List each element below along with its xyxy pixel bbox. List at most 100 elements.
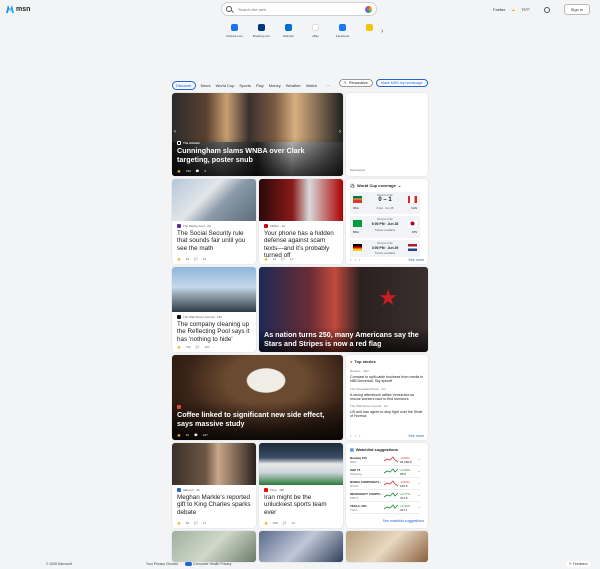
quicklink-walmart[interactable]: Walmart xyxy=(278,24,299,38)
make-homepage-button[interactable]: Make MSN my homepage xyxy=(376,79,428,87)
comment-icon[interactable]: 💬 xyxy=(194,521,198,525)
watchlist-row[interactable]: NVIDIA CORPORATI... NVDA -0.83% 166.5 + xyxy=(350,479,420,490)
quicklink-extra[interactable] xyxy=(359,24,380,38)
like-icon[interactable]: 👍 xyxy=(177,345,181,349)
tab-weather[interactable]: Weather xyxy=(286,83,301,88)
chevron-right-icon[interactable]: › xyxy=(381,28,383,35)
privacy-link[interactable]: Your Privacy Choices xyxy=(146,562,178,566)
article-card-ssa[interactable]: The Motley Fool · 3d The Social Security… xyxy=(172,179,256,264)
signin-button[interactable]: Sign in xyxy=(563,4,590,15)
quicklink-booking[interactable]: Booking.com xyxy=(251,24,272,38)
watchlist-row[interactable]: MICROSOFT CORPO... MSFT +0.77% 472.6 + xyxy=(350,491,420,502)
story-item[interactable]: The Associated Press · 5m A strong after… xyxy=(350,387,424,402)
comment-icon[interactable]: 💬 xyxy=(196,169,200,173)
match-card[interactable]: Round of 32 6:00 PM · Jun 28 Tickets ava… xyxy=(350,216,420,238)
add-icon[interactable]: + xyxy=(418,481,420,485)
article-card-phone[interactable]: ZDNet · 1d Your phone has a hidden defen… xyxy=(259,179,343,264)
search-icon xyxy=(226,6,232,12)
feedback-button[interactable]: ✎ Feedback xyxy=(566,561,591,567)
worldcup-see-more[interactable]: See more xyxy=(408,258,424,262)
watchlist-row[interactable]: S&P 75 Shipping +0.56% 95.8 + xyxy=(350,467,420,478)
quicklink-outlook[interactable]: Outlook.com xyxy=(224,24,245,38)
tab-play[interactable]: Play xyxy=(256,83,264,88)
watchlist-see-more[interactable]: See watchlist suggestions xyxy=(383,519,424,523)
search-input[interactable]: Search the web xyxy=(221,2,377,16)
hero-prev-icon[interactable]: ‹ xyxy=(174,129,176,135)
match-card[interactable]: Round of 32 3:00 PM · Jun 29 Tickets ava… xyxy=(350,240,420,257)
like-icon[interactable]: 👍 xyxy=(177,433,181,437)
add-icon[interactable]: + xyxy=(418,469,420,473)
comment-icon[interactable]: 💬 xyxy=(194,433,198,437)
more-tabs-button[interactable]: ··· xyxy=(326,83,330,88)
tab-worldcup[interactable]: World Cup xyxy=(216,83,235,88)
tab-news[interactable]: News xyxy=(201,83,211,88)
hero-card[interactable]: The Athletic Cunningham slams WNBA over … xyxy=(172,93,343,176)
story-item[interactable]: The Wall Street Journal · 3m US and Iran… xyxy=(350,404,424,419)
carousel-dots[interactable]: • • • xyxy=(350,433,361,438)
comment-icon[interactable]: 💬 xyxy=(283,521,287,525)
article-card-flag[interactable]: ★ As nation turns 250, many Americans sa… xyxy=(259,267,428,352)
match-card[interactable]: Round of 32 0 – 1 Final · Jun 28 RSA CAN xyxy=(350,192,420,214)
source-label: HELLO! · 4h xyxy=(183,488,200,492)
like-icon[interactable]: 👍 xyxy=(264,257,268,261)
gear-icon[interactable] xyxy=(543,6,550,13)
tab-discover[interactable]: Discover xyxy=(172,80,196,90)
article-card-meghan[interactable]: HELLO! · 4h Meghan Markle's reported gif… xyxy=(172,443,256,528)
msn-logo[interactable]: msn xyxy=(6,5,30,13)
personalize-button[interactable]: ✎ Personalize xyxy=(339,79,373,87)
copilot-icon[interactable] xyxy=(365,6,372,13)
quicklink-label: Booking.com xyxy=(252,34,271,38)
ad-card[interactable]: Sponsored xyxy=(346,93,428,176)
story-item[interactable]: Reuters · 34m Comcast to split cable bus… xyxy=(350,369,424,384)
source-icon xyxy=(177,224,181,228)
topstories-see-more[interactable]: See more xyxy=(408,434,424,438)
article-source: The Motley Fool · 3d xyxy=(177,224,252,228)
article-card-partial[interactable] xyxy=(259,531,343,562)
add-icon[interactable]: + xyxy=(418,457,420,461)
chevron-down-icon[interactable]: ⌄ xyxy=(398,183,401,188)
health-link[interactable]: Consumer Health Privacy xyxy=(193,562,231,566)
add-icon[interactable]: + xyxy=(418,505,420,509)
tab-sports[interactable]: Sports xyxy=(239,83,251,88)
sparkline xyxy=(384,468,398,474)
article-image xyxy=(259,179,343,221)
tab-money[interactable]: Money xyxy=(269,83,281,88)
hero-next-icon[interactable]: › xyxy=(339,129,341,135)
article-card-pool[interactable]: The Wall Street Journal · 14h The compan… xyxy=(172,267,256,352)
quicklink-ebay[interactable]: eBay xyxy=(305,24,326,38)
tab-watch[interactable]: Watch xyxy=(306,83,317,88)
comment-icon[interactable]: 💬 xyxy=(196,345,200,349)
story-source: The Wall Street Journal · 3m xyxy=(350,404,389,409)
source-label: Time · 19h xyxy=(270,488,285,492)
weather-temp[interactable]: 75°F xyxy=(521,7,530,12)
comment-icon[interactable]: 💬 xyxy=(194,257,198,261)
like-icon[interactable]: 👍 xyxy=(177,257,181,261)
pencil-icon: ✎ xyxy=(344,81,348,85)
team-name: RSA xyxy=(353,206,359,210)
watchlist-row[interactable]: TESLA, INC. TSLA +0.34% 327.1 + xyxy=(350,503,420,514)
watchlist-row[interactable]: Nasdaq 100 NDX -0.06% 26,050.8 + xyxy=(350,455,420,466)
match-note: Final · Jun 28 xyxy=(376,206,394,210)
team-name: BRA xyxy=(353,230,359,234)
article-card-partial[interactable] xyxy=(346,531,428,562)
article-card-iran[interactable]: Time · 19h Iran might be the unluckiest … xyxy=(259,443,343,528)
article-card-partial[interactable] xyxy=(172,531,256,562)
add-icon[interactable]: + xyxy=(418,493,420,497)
article-title: Iran might be the unluckiest sports team… xyxy=(264,494,327,516)
watchlist-title: Watchlist suggestions xyxy=(355,447,399,452)
like-icon[interactable]: 👍 xyxy=(264,521,268,525)
carousel-dots[interactable]: • • • xyxy=(350,257,361,262)
like-icon[interactable]: 👍 xyxy=(177,521,181,525)
stock-price: 95.8 xyxy=(400,472,406,476)
source-icon xyxy=(264,488,268,492)
location[interactable]: Fairfax xyxy=(493,7,505,12)
comment-icon[interactable]: 💬 xyxy=(281,257,285,261)
article-card-coffee[interactable]: Coffee linked to significant new side ef… xyxy=(172,355,343,440)
like-icon[interactable]: 👍 xyxy=(177,169,181,173)
watchlist-header: ▤ Watchlist suggestions xyxy=(350,447,398,452)
match-round: Round of 32 xyxy=(377,217,393,221)
article-reactions: 👍 49 💬 16 xyxy=(177,257,206,261)
athletic-icon xyxy=(177,141,181,146)
quicklink-facebook[interactable]: Facebook xyxy=(332,24,353,38)
feedback-label: Feedback xyxy=(572,562,588,566)
